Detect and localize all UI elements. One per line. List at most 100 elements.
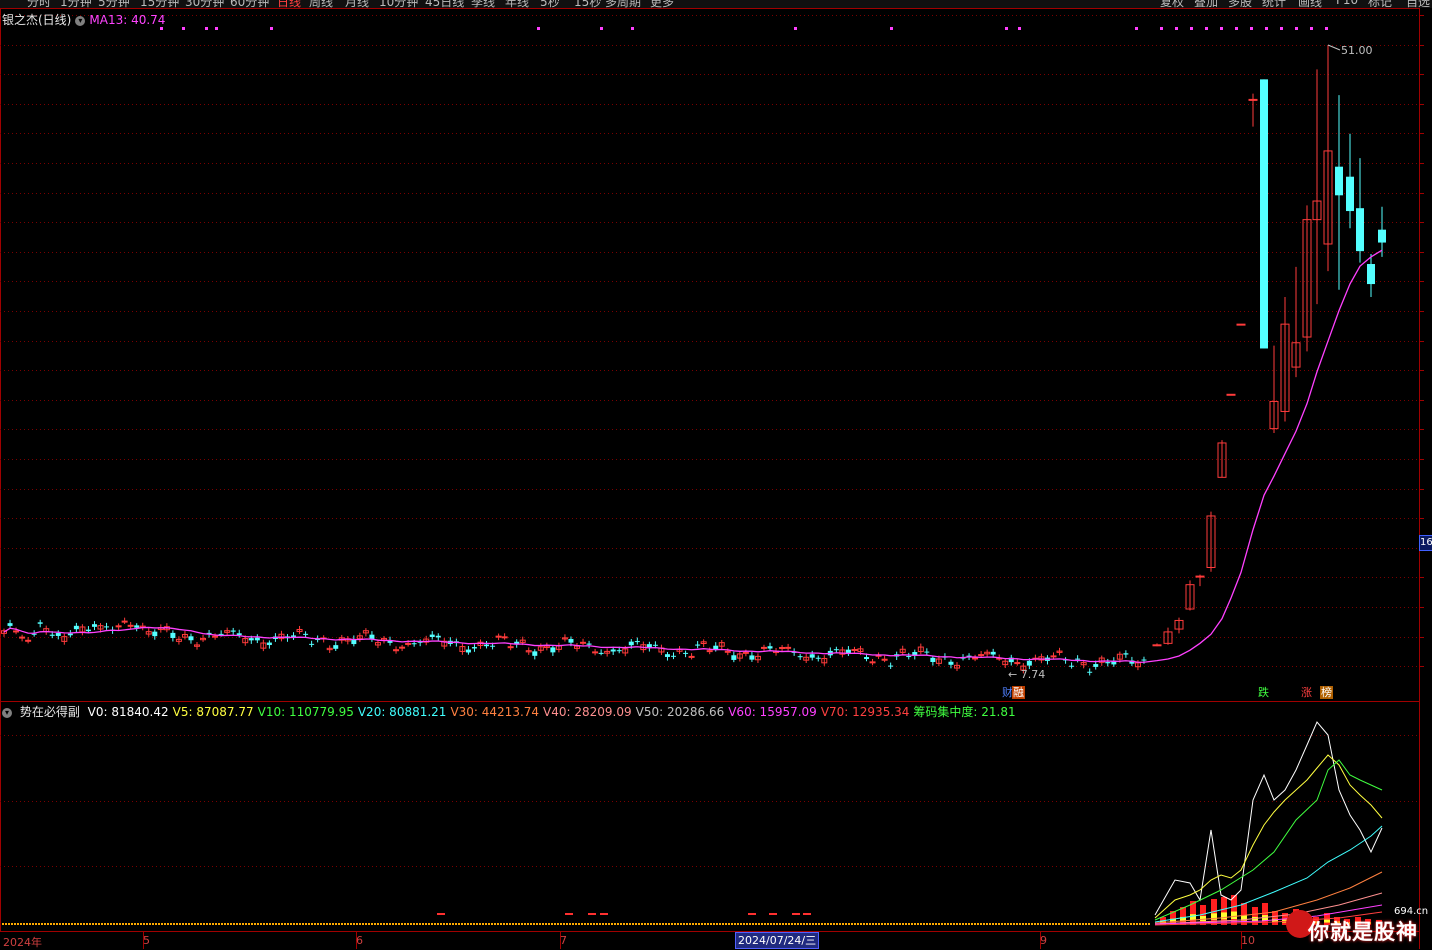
candle-body-down	[1378, 229, 1386, 243]
candle-body-down	[490, 645, 496, 647]
candle-body-down	[713, 645, 719, 650]
candle-body-down	[948, 661, 954, 665]
indicator-base-bar	[680, 923, 682, 925]
indicator-base-bar	[599, 923, 601, 925]
indicator-base-bar	[128, 923, 130, 925]
x-axis-label-3: 7	[560, 934, 567, 947]
indicator-value-3: V20: 80881.21	[357, 705, 447, 719]
signal-dot	[182, 27, 185, 30]
indicator-base-bar	[890, 923, 892, 925]
chart-canvas: 51.00 ← 7.74	[0, 8, 1424, 949]
indicator-base-bar	[1040, 923, 1042, 925]
indicator-base-bar	[8, 923, 10, 925]
indicator-base-bar	[170, 923, 172, 925]
candle-body-up	[592, 651, 599, 654]
candle-body-down	[303, 633, 309, 635]
indicator-base-bar	[131, 923, 133, 925]
indicator-base-bar	[59, 923, 61, 925]
indicator-base-bar	[707, 923, 709, 925]
indicator-base-bar	[878, 923, 880, 925]
indicator-base-bar	[41, 923, 43, 925]
indicator-base-bar	[77, 923, 79, 925]
indicator-title: ▾ 势在必得副 V0: 81840.42 V5: 87087.77 V10: 110…	[2, 703, 1024, 720]
indicator-base-bar	[515, 923, 517, 925]
indicator-base-bar	[38, 923, 40, 925]
indicator-dash	[437, 913, 445, 915]
indicator-base-bar	[443, 923, 445, 925]
event-badge-4[interactable]: 榜	[1320, 686, 1333, 699]
indicator-base-bar	[329, 923, 331, 925]
indicator-base-bar	[920, 923, 922, 925]
indicator-base-bar	[434, 923, 436, 925]
indicator-base-bar	[560, 923, 562, 925]
indicator-base-bar	[437, 923, 439, 925]
indicator-base-bar	[812, 923, 814, 925]
indicator-base-bar	[896, 923, 898, 925]
indicator-base-bar	[233, 923, 235, 925]
indicator-base-bar	[992, 923, 994, 925]
indicator-base-bar	[401, 923, 403, 925]
watermark-text: 你就是股神	[1308, 920, 1418, 944]
chevron-down-icon[interactable]: ▾	[75, 16, 86, 26]
candle-body-down	[1356, 208, 1364, 252]
indicator-base-bar	[794, 923, 796, 925]
candle-body-down	[152, 631, 158, 637]
indicator-base-bar	[638, 923, 640, 925]
indicator-base-bar	[704, 923, 706, 925]
indicator-base-bar	[161, 923, 163, 925]
indicator-base-bar	[314, 923, 316, 925]
candle-body-down	[429, 634, 435, 637]
indicator-base-bar	[548, 923, 550, 925]
indicator-base-bar	[335, 923, 337, 925]
candle-body-down	[465, 649, 471, 653]
candle-body-down	[731, 655, 737, 660]
indicator-base-bar	[1115, 923, 1117, 925]
x-axis-label-5: 10	[1241, 934, 1255, 947]
event-badge-1[interactable]: 融	[1012, 686, 1025, 699]
indicator-base-bar	[1061, 923, 1063, 925]
indicator-base-bar	[80, 923, 82, 925]
indicator-base-bar	[116, 923, 118, 925]
indicator-base-bar	[989, 923, 991, 925]
indicator-base-bar	[323, 923, 325, 925]
indicator-base-bar	[974, 923, 976, 925]
indicator-base-bar	[455, 923, 457, 925]
indicator-base-bar	[767, 923, 769, 925]
stock-name: 银之杰(日线)	[2, 13, 72, 27]
indicator-base-bar	[749, 923, 751, 925]
indicator-base-bar	[473, 923, 475, 925]
event-badge-2[interactable]: 跌	[1257, 686, 1270, 699]
candle-body-up	[1152, 644, 1162, 647]
indicator-base-bar	[776, 923, 778, 925]
chevron-down-icon[interactable]: ▾	[2, 708, 12, 718]
candle-body-down	[1367, 264, 1375, 285]
indicator-base-bar	[410, 923, 412, 925]
candle-body-up	[115, 625, 122, 628]
indicator-dash	[803, 913, 811, 915]
candle-body-down	[104, 626, 110, 628]
indicator-base-bar	[422, 923, 424, 925]
indicator-base-bar	[1025, 923, 1027, 925]
indicator-base-bar	[221, 923, 223, 925]
candle-body-down	[85, 629, 91, 632]
indicator-volume-bar-inner	[1190, 914, 1196, 921]
indicator-base-bar	[773, 923, 775, 925]
candle-body-up	[869, 661, 876, 664]
indicator-base-bar	[260, 923, 262, 925]
event-badge-3[interactable]: 涨	[1300, 686, 1313, 699]
indicator-base-bar	[839, 923, 841, 925]
indicator-base-bar	[176, 923, 178, 925]
candle-body-down	[333, 645, 339, 649]
indicator-base-bar	[764, 923, 766, 925]
signal-dot	[1135, 27, 1138, 30]
indicator-base-bar	[23, 923, 25, 925]
main-chart-title: 银之杰(日线) ▾ MA13: 40.74	[2, 11, 165, 28]
indicator-base-bar	[938, 923, 940, 925]
indicator-base-bar	[965, 923, 967, 925]
candle-body-down	[906, 656, 912, 658]
candle-body-down	[815, 657, 821, 659]
indicator-value-1: V5: 87087.77	[172, 705, 254, 719]
indicator-base-bar	[296, 923, 298, 925]
candle-body-down	[484, 644, 490, 647]
indicator-base-bar	[104, 923, 106, 925]
